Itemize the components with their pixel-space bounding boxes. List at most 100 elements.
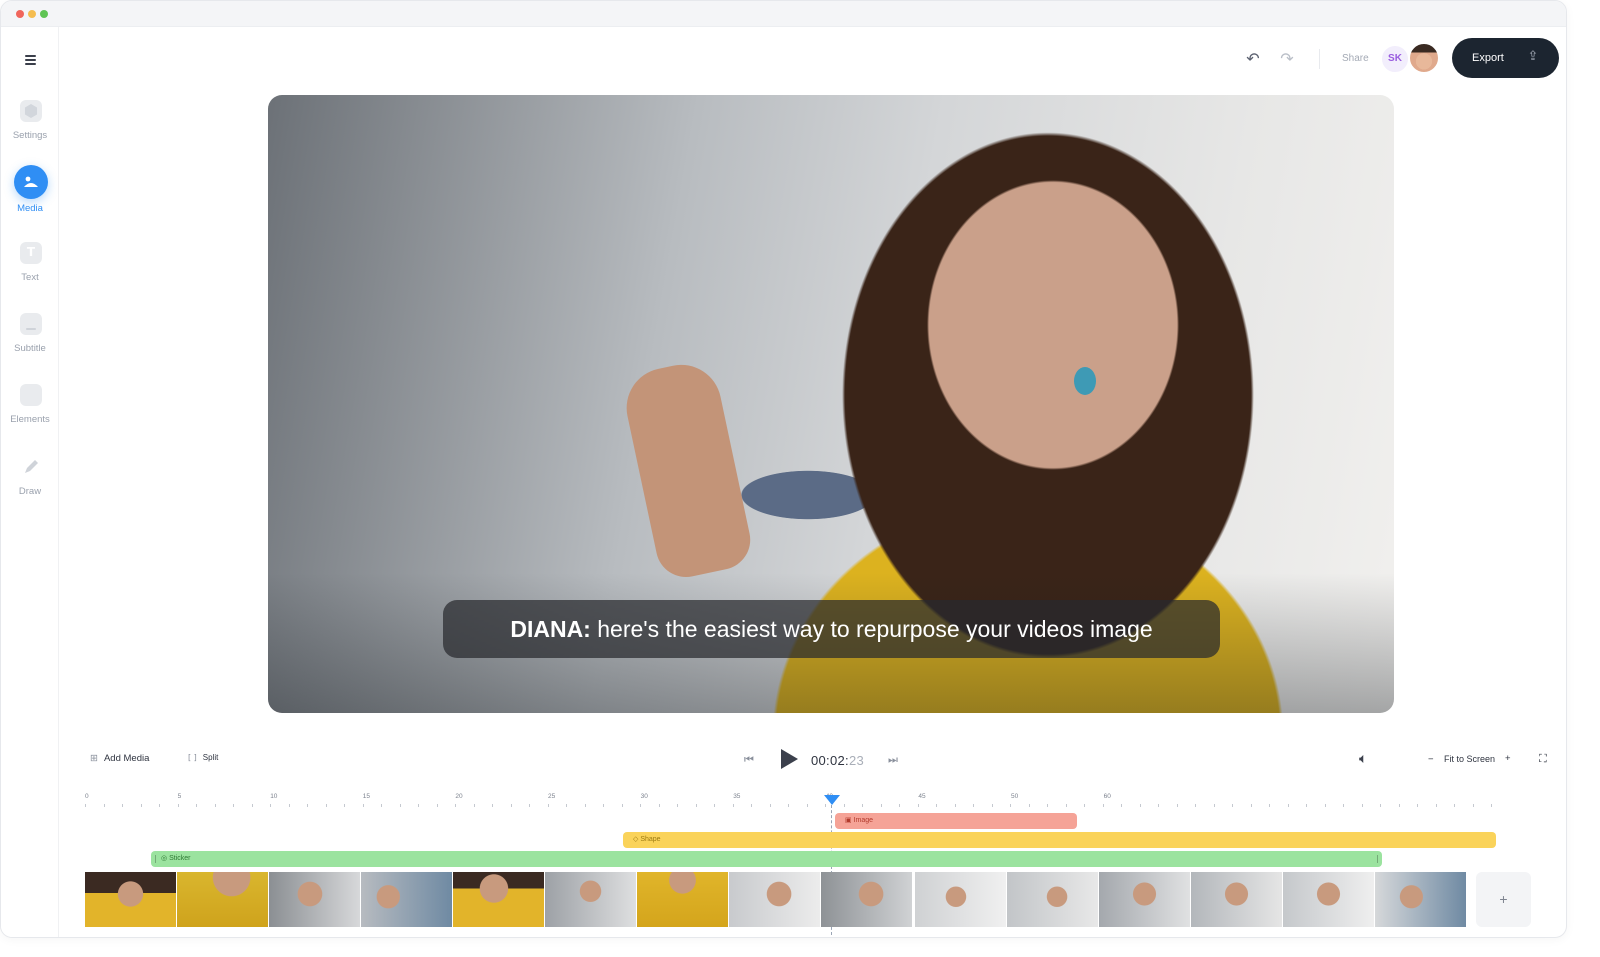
clip-thumbnail[interactable] [729, 872, 821, 927]
sidebar-item-draw[interactable]: Draw [1, 456, 59, 516]
clip-thumbnail[interactable] [545, 872, 637, 927]
ruler-tick [159, 804, 160, 807]
ruler-tick [1102, 804, 1104, 807]
ruler-tick [381, 804, 382, 807]
ruler-tick [899, 804, 900, 807]
ruler-tick [1287, 804, 1289, 807]
image-track-icon: ▣ [845, 817, 854, 824]
timecode: 00:02:23 [811, 753, 864, 768]
close-window-button[interactable] [16, 10, 24, 18]
sidebar-item-elements[interactable]: Elements [1, 384, 59, 444]
sidebar-item-settings[interactable]: Settings [1, 100, 59, 160]
split-label: Split [202, 753, 219, 762]
sidebar-item-label: Subtitle [14, 343, 46, 354]
ruler-tick [1361, 804, 1363, 807]
sidebar-item-label: Media [17, 203, 43, 214]
video-preview[interactable]: DIANA: here's the easiest way to repurpo… [268, 95, 1394, 713]
track-image[interactable]: ▣ Image [835, 813, 1077, 829]
ruler-tick-label: 25 [548, 793, 556, 800]
split-button[interactable]: [ ] Split [188, 753, 218, 762]
ruler-tick [695, 804, 697, 807]
avatar-photo[interactable] [1408, 42, 1440, 74]
share-button[interactable]: Share [1342, 53, 1369, 64]
ruler-tick [936, 804, 937, 807]
clip-thumbnail[interactable] [1375, 872, 1467, 927]
ruler-tick [1065, 804, 1067, 807]
undo-icon[interactable]: ↶ [1244, 50, 1262, 68]
ruler-tick [973, 804, 974, 807]
ruler-tick [325, 804, 327, 807]
track-label: Shape [640, 836, 661, 843]
track-shape[interactable]: ◇ Shape [623, 832, 1496, 848]
sidebar: Settings Media T Text Subtitle Elements … [1, 27, 59, 937]
clip-thumbnail[interactable] [1099, 872, 1191, 927]
elements-icon [20, 384, 42, 406]
track-sticker[interactable]: ◎ Sticker [151, 851, 1382, 867]
sticker-track-icon: ◎ [161, 855, 170, 862]
subtitle-icon [20, 313, 42, 335]
avatar-sk[interactable]: SK [1380, 44, 1410, 74]
clip-thumbnail[interactable] [637, 872, 729, 927]
fit-to-screen-button[interactable]: Fit to Screen [1444, 754, 1495, 764]
ruler-tick [862, 804, 863, 807]
minimize-window-button[interactable] [28, 10, 36, 18]
ruler-tick-label: 50 [1011, 793, 1019, 800]
ruler-tick-label: 0 [85, 793, 89, 800]
ruler-tick [1084, 804, 1085, 807]
volume-icon[interactable]: 🔈︎ [1359, 751, 1367, 767]
clip-thumbnail[interactable] [915, 872, 1007, 927]
zoom-out-icon[interactable]: − [1428, 754, 1434, 765]
ruler-tick [473, 804, 475, 807]
skip-back-icon[interactable]: ⏮ [744, 753, 754, 767]
video-frame-detail [619, 357, 756, 583]
drag-handle[interactable] [155, 855, 156, 863]
sidebar-item-media[interactable]: Media [1, 165, 59, 232]
track-label: Image [853, 817, 874, 824]
ruler-tick [510, 804, 512, 807]
clip-thumbnail[interactable] [269, 872, 361, 927]
ruler-tick [1454, 804, 1455, 807]
title-bar [1, 1, 1566, 27]
maximize-window-button[interactable] [40, 10, 48, 18]
ruler-tick [547, 804, 549, 807]
add-media-button[interactable]: ⊞ Add Media [90, 753, 149, 764]
ruler-tick [1472, 804, 1474, 807]
ruler-tick [1028, 804, 1030, 807]
pencil-icon [20, 456, 42, 478]
playhead-marker[interactable] [824, 795, 840, 805]
ruler-tick-label: 35 [733, 793, 741, 800]
clip-thumbnail[interactable] [177, 872, 269, 927]
ruler-tick-label: 60 [1103, 793, 1111, 800]
text-icon: T [20, 242, 42, 264]
timeline-ruler[interactable]: 0 5 10 15 20 25 30 35 40 45 50 60 [85, 793, 1505, 809]
hamburger-menu-icon[interactable] [22, 52, 40, 68]
fullscreen-icon[interactable]: ⛶ [1539, 752, 1547, 766]
export-button[interactable]: Export ⇪ [1452, 38, 1559, 78]
drag-handle[interactable] [1377, 855, 1378, 863]
clip-thumbnail[interactable] [361, 872, 453, 927]
sidebar-item-label: Draw [18, 486, 42, 497]
track-label: Sticker [169, 855, 191, 862]
clip-thumbnail[interactable] [85, 872, 177, 927]
ruler-tick [1195, 804, 1196, 807]
clip-thumbnail[interactable] [453, 872, 545, 927]
clip-thumbnail[interactable] [1191, 872, 1283, 927]
skip-forward-icon[interactable]: ⏭ [888, 753, 898, 767]
ruler-tick [1324, 804, 1326, 807]
add-media-label: Add Media [103, 753, 150, 764]
clip-thumbnail[interactable] [1283, 872, 1375, 927]
sidebar-item-text[interactable]: T Text [1, 242, 59, 302]
ruler-tick [1250, 804, 1252, 807]
clip-thumbnail[interactable] [1007, 872, 1099, 927]
add-clip-button[interactable]: + [1476, 872, 1531, 927]
ruler-tick [399, 804, 401, 807]
ruler-tick [566, 804, 567, 807]
ruler-tick [1139, 804, 1141, 807]
clip-thumbnail[interactable] [821, 872, 913, 927]
redo-icon[interactable]: ↷ [1278, 50, 1296, 68]
sidebar-item-subtitle[interactable]: Subtitle [1, 313, 59, 373]
subtitle-caption[interactable]: DIANA: here's the easiest way to repurpo… [443, 600, 1220, 658]
ruler-tick [1398, 804, 1400, 807]
zoom-in-icon[interactable]: + [1505, 753, 1511, 764]
play-button[interactable] [781, 749, 798, 769]
